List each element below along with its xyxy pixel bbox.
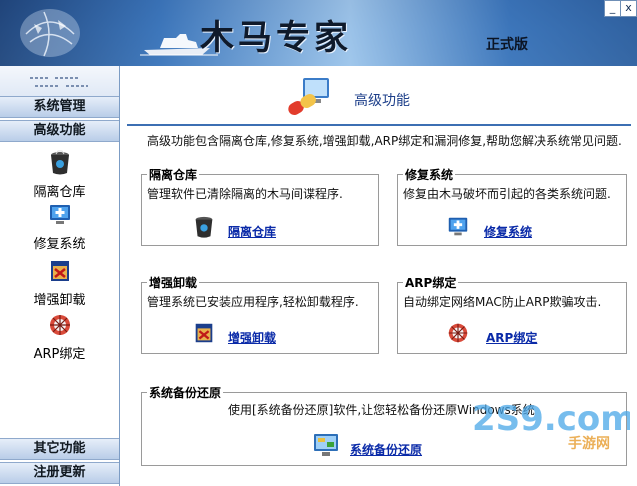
sidebar-item-label: ARP绑定 [33, 347, 86, 362]
intro-text: 高级功能包含隔离仓库,修复系统,增强卸载,ARP绑定和漏洞修复,帮助您解决系统常… [147, 134, 622, 148]
sidebar: 系统管理 高级功能 隔离仓库 修复系统 增强卸载 ARP绑定 其它功能 注册更新 [0, 66, 120, 486]
sidebar-item-repair[interactable]: 修复系统 [0, 202, 119, 252]
sidebar-item-uninstall[interactable]: 增强卸载 [0, 258, 119, 308]
panel-uninstall: 增强卸载 管理系统已安装应用程序,轻松卸载程序. 增强卸载 [141, 274, 379, 354]
backup-monitor-icon [314, 434, 338, 456]
panel-description: 管理系统已安装应用程序,轻松卸载程序. [147, 295, 359, 309]
arp-link[interactable]: ARP绑定 [486, 329, 537, 346]
sidebar-item-label: 隔离仓库 [33, 185, 86, 200]
network-bug-icon [49, 315, 70, 335]
quarantine-link[interactable]: 隔离仓库 [228, 223, 276, 240]
trash-bin-icon [195, 216, 213, 238]
sidebar-section-register[interactable]: 注册更新 [0, 462, 119, 484]
panel-description: 管理软件已清除隔离的木马间谍程序. [147, 187, 343, 201]
panel-title: 修复系统 [403, 166, 456, 183]
app-title: 木马专家 [200, 18, 352, 58]
main-title-bar: 高级功能 [127, 66, 631, 126]
panel-title: 系统备份还原 [147, 384, 224, 401]
sidebar-section-other[interactable]: 其它功能 [0, 438, 119, 460]
watermark-logo: 2S9.com 手游网 [472, 399, 630, 452]
panel-title: ARP绑定 [403, 274, 459, 291]
pill-monitor-icon [288, 78, 329, 115]
edition-label: 正式版 [486, 37, 528, 53]
sidebar-section-system[interactable]: 系统管理 [0, 96, 119, 118]
uninstall-box-icon [195, 323, 213, 343]
sidebar-section-advanced[interactable]: 高级功能 [0, 120, 119, 142]
sidebar-logo-icon [30, 77, 88, 87]
uninstall-box-icon [50, 261, 69, 281]
panel-quarantine: 隔离仓库 管理软件已清除隔离的木马间谍程序. 隔离仓库 [141, 166, 379, 246]
sidebar-item-quarantine[interactable]: 隔离仓库 [0, 150, 119, 200]
trash-bin-icon [50, 150, 69, 175]
backup-link[interactable]: 系统备份还原 [350, 441, 422, 458]
watermark-text: 2S9.com [472, 399, 630, 439]
globe-logo-icon [20, 9, 80, 57]
minimize-button[interactable]: _ [604, 0, 621, 17]
app-header: 木马专家 正式版 _ x [0, 0, 637, 66]
panel-description: 自动绑定网络MAC防止ARP欺骗攻击. [403, 295, 602, 309]
sidebar-item-label: 修复系统 [33, 237, 86, 252]
close-button[interactable]: x [620, 0, 637, 17]
panel-title: 隔离仓库 [147, 166, 200, 183]
page-title: 高级功能 [354, 93, 410, 109]
repair-monitor-icon [49, 205, 70, 224]
watermark-subtext: 手游网 [568, 435, 610, 452]
sidebar-item-label: 增强卸载 [33, 293, 86, 308]
panel-description: 修复由木马破坏而引起的各类系统问题. [403, 187, 611, 201]
repair-link[interactable]: 修复系统 [484, 223, 532, 240]
panel-title: 增强卸载 [147, 274, 200, 291]
repair-monitor-icon [448, 217, 468, 236]
uninstall-link[interactable]: 增强卸载 [228, 329, 276, 346]
network-bug-icon [448, 323, 468, 343]
panel-arp: ARP绑定 自动绑定网络MAC防止ARP欺骗攻击. ARP绑定 [397, 274, 627, 354]
panel-repair: 修复系统 修复由木马破坏而引起的各类系统问题. 修复系统 [397, 166, 627, 246]
sidebar-logo [0, 66, 119, 98]
sidebar-item-arp[interactable]: ARP绑定 [0, 312, 119, 362]
